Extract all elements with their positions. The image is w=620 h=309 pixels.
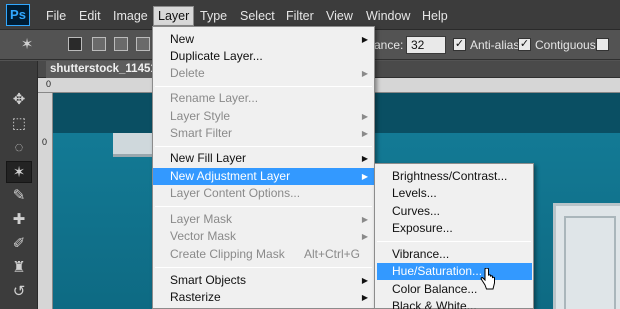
- layer-menu-rename[interactable]: Rename Layer...: [153, 90, 374, 107]
- layer-menu-vector-mask-label: Vector Mask: [170, 229, 237, 243]
- menu-separator: [155, 86, 372, 87]
- hand-pointer-cursor-icon: [480, 268, 495, 290]
- layer-menu-new-adjustment-layer[interactable]: New Adjustment Layer ▶: [153, 168, 374, 185]
- adjustment-hue-saturation[interactable]: Hue/Saturation...: [377, 263, 532, 280]
- tools-panel: ✥ ⬚ ◌ ✶ ✎ ✚ ✐ ♜ ↺: [0, 61, 38, 309]
- contiguous-label: Contiguous: [535, 38, 596, 52]
- subtract-selection-icon[interactable]: [114, 37, 128, 51]
- layer-menu-delete[interactable]: Delete ▶: [153, 65, 374, 82]
- clone-stamp-tool-icon[interactable]: ♜: [6, 257, 32, 279]
- marquee-tool-icon[interactable]: ⬚: [6, 113, 32, 135]
- layer-menu-layer-mask[interactable]: Layer Mask ▶: [153, 211, 374, 228]
- menu-separator: [377, 241, 531, 242]
- menu-type[interactable]: Type: [196, 7, 231, 25]
- adjustment-layer-submenu: Brightness/Contrast... Levels... Curves.…: [374, 163, 534, 309]
- menu-window[interactable]: Window: [362, 7, 414, 25]
- submenu-arrow-icon: ▶: [361, 154, 368, 163]
- layer-menu-smart-objects[interactable]: Smart Objects ▶: [153, 272, 374, 289]
- magic-wand-preset-icon[interactable]: ✶: [14, 34, 40, 56]
- move-tool-icon[interactable]: ✥: [6, 89, 32, 111]
- magic-wand-tool-icon[interactable]: ✶: [6, 161, 32, 183]
- lasso-tool-icon[interactable]: ◌: [6, 137, 32, 159]
- layer-menu-layer-style-label: Layer Style: [170, 109, 231, 123]
- layer-menu-new-fill-layer[interactable]: New Fill Layer ▶: [153, 150, 374, 167]
- history-brush-tool-icon[interactable]: ↺: [6, 281, 32, 303]
- add-selection-icon[interactable]: [92, 37, 106, 51]
- canvas-image-door: [553, 203, 620, 309]
- layer-menu-rasterize[interactable]: Rasterize ▶: [153, 289, 374, 306]
- tolerance-input[interactable]: 32: [406, 36, 446, 54]
- adjustment-brightness-contrast[interactable]: Brightness/Contrast...: [375, 168, 533, 185]
- submenu-arrow-icon: ▶: [361, 35, 368, 44]
- menu-view[interactable]: View: [322, 7, 357, 25]
- layer-menu-smart-filter[interactable]: Smart Filter ▶: [153, 125, 374, 142]
- canvas-image-door-panel: [564, 216, 616, 309]
- ruler-vertical: 0: [38, 93, 53, 309]
- menu-edit[interactable]: Edit: [75, 7, 105, 25]
- menu-separator: [155, 146, 372, 147]
- sample-all-layers-checkbox[interactable]: [596, 38, 609, 51]
- adjustment-exposure[interactable]: Exposure...: [375, 220, 533, 237]
- healing-brush-tool-icon[interactable]: ✚: [6, 209, 32, 231]
- adjustment-levels[interactable]: Levels...: [375, 185, 533, 202]
- ruler-left-zero: 0: [42, 137, 48, 147]
- layer-menu-clipping-mask-shortcut: Alt+Ctrl+G: [303, 247, 360, 261]
- submenu-arrow-icon: ▶: [361, 232, 368, 241]
- layer-menu-content-options-label: Layer Content Options...: [170, 186, 301, 200]
- menu-file[interactable]: File: [42, 7, 70, 25]
- menu-help[interactable]: Help: [418, 7, 452, 25]
- submenu-arrow-icon: ▶: [361, 215, 368, 224]
- menu-image[interactable]: Image: [109, 7, 152, 25]
- submenu-arrow-icon: ▶: [361, 69, 368, 78]
- menu-layer[interactable]: Layer: [153, 6, 195, 26]
- contiguous-checkbox[interactable]: ✓: [518, 38, 531, 51]
- layer-menu-clipping-mask[interactable]: Create Clipping Mask Alt+Ctrl+G: [153, 246, 374, 263]
- adjustment-vibrance[interactable]: Vibrance...: [375, 246, 533, 263]
- layer-menu-new-fill-layer-label: New Fill Layer: [170, 151, 247, 165]
- layer-menu-clipping-mask-label: Create Clipping Mask: [170, 247, 285, 261]
- layer-menu-content-options[interactable]: Layer Content Options...: [153, 185, 374, 202]
- menu-separator: [155, 206, 372, 207]
- tolerance-label: ance:: [374, 38, 404, 52]
- antialias-label: Anti-alias: [470, 38, 520, 52]
- eyedropper-tool-icon[interactable]: ✎: [6, 185, 32, 207]
- layer-menu-duplicate[interactable]: Duplicate Layer...: [153, 48, 374, 65]
- adjustment-black-white[interactable]: Black & White...: [375, 298, 533, 309]
- layer-menu-layer-style[interactable]: Layer Style ▶: [153, 108, 374, 125]
- layer-menu-vector-mask[interactable]: Vector Mask ▶: [153, 228, 374, 245]
- new-selection-icon[interactable]: [68, 37, 82, 51]
- ruler-top-zero: 0: [46, 79, 52, 89]
- layer-menu-smart-objects-label: Smart Objects: [170, 273, 247, 287]
- layer-menu-new-label: New: [170, 32, 195, 46]
- submenu-arrow-icon: ▶: [361, 276, 368, 285]
- submenu-arrow-icon: ▶: [361, 112, 368, 121]
- layer-menu-delete-label: Delete: [170, 66, 205, 80]
- layer-menu-duplicate-label: Duplicate Layer...: [170, 49, 263, 63]
- adjustment-color-balance[interactable]: Color Balance...: [375, 281, 533, 298]
- layer-menu-smart-filter-label: Smart Filter: [170, 126, 233, 140]
- intersect-selection-icon[interactable]: [136, 37, 150, 51]
- layer-menu-dropdown: New ▶ Duplicate Layer... Delete ▶ Rename L…: [152, 26, 375, 309]
- menu-filter[interactable]: Filter: [282, 7, 318, 25]
- brush-tool-icon[interactable]: ✐: [6, 233, 32, 255]
- layer-menu-layer-mask-label: Layer Mask: [170, 212, 233, 226]
- adjustment-curves[interactable]: Curves...: [375, 203, 533, 220]
- submenu-arrow-icon: ▶: [361, 172, 368, 181]
- submenu-arrow-icon: ▶: [361, 293, 368, 302]
- layer-menu-rename-label: Rename Layer...: [170, 91, 259, 105]
- photoshop-logo: Ps: [6, 4, 30, 26]
- layer-menu-new-adjustment-layer-label: New Adjustment Layer: [170, 169, 291, 183]
- menu-select[interactable]: Select: [236, 7, 279, 25]
- submenu-arrow-icon: ▶: [361, 129, 368, 138]
- menu-separator: [155, 267, 372, 268]
- layer-menu-new[interactable]: New ▶: [153, 31, 374, 48]
- antialias-checkbox[interactable]: ✓: [453, 38, 466, 51]
- layer-menu-rasterize-label: Rasterize: [170, 290, 221, 304]
